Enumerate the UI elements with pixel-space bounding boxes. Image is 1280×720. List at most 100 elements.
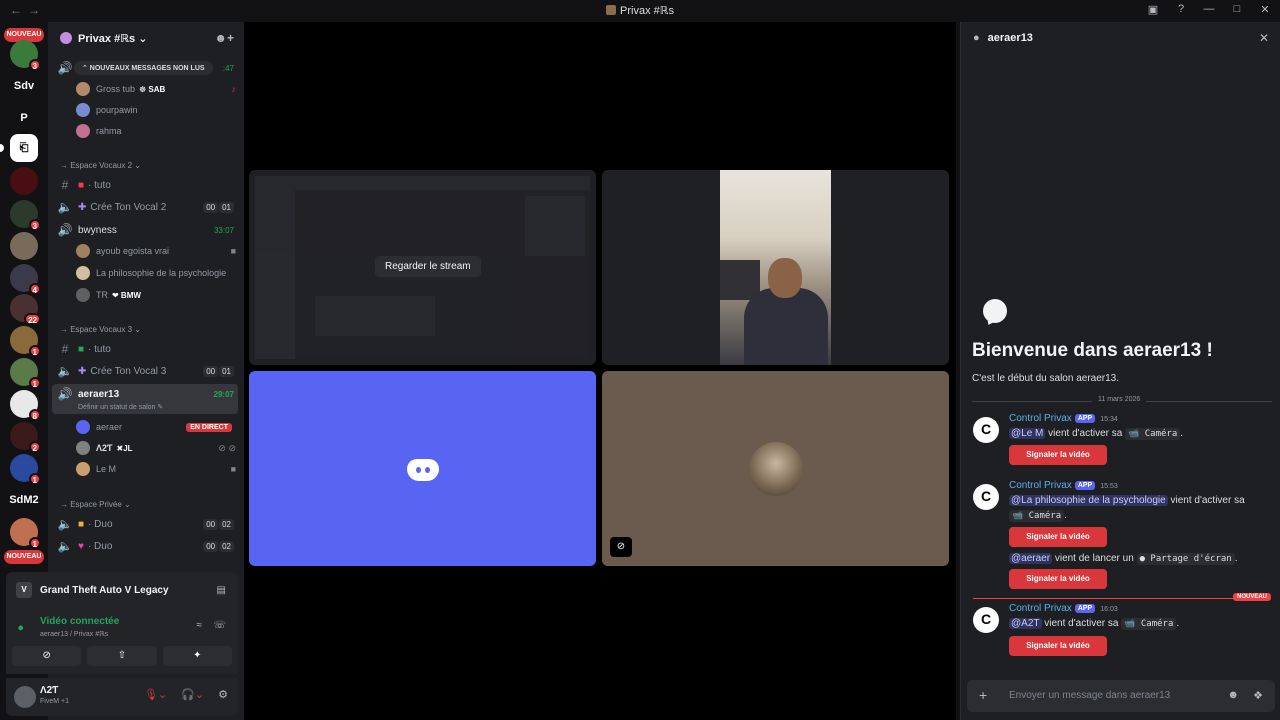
- watch-stream-button[interactable]: Regarder le stream: [375, 256, 481, 277]
- server-icon[interactable]: 1: [10, 358, 41, 389]
- new-messages-divider: NOUVEAU: [973, 593, 1271, 601]
- voice-user[interactable]: TR ❤ BMW: [76, 285, 236, 305]
- deafened-icon[interactable]: 🎧⌄: [181, 688, 204, 701]
- noise-suppression-icon[interactable]: ≈: [197, 620, 203, 631]
- voice-channel-cree-3[interactable]: 🔈 ✚ Crée Ton Vocal 3 00 01: [56, 360, 238, 382]
- maximize-button[interactable]: □: [1230, 3, 1244, 16]
- server-icon[interactable]: 1: [10, 454, 41, 485]
- help-icon[interactable]: ?: [1174, 3, 1188, 16]
- user-panel: Λ2Ƭ FiveM +1 🎙⌄ 🎧⌄ ⚙: [6, 678, 238, 716]
- hash-icon: #: [61, 178, 69, 192]
- stream-tile[interactable]: Regarder le stream: [249, 170, 596, 365]
- voice-location[interactable]: aeraer13 / Privax #ℝs: [40, 630, 108, 638]
- avatar[interactable]: [14, 686, 36, 708]
- server-sdm2[interactable]: SdM2: [4, 486, 44, 514]
- voice-user[interactable]: rahma: [76, 121, 236, 141]
- server-icon[interactable]: 22: [10, 294, 41, 325]
- voice-channel-bwyness[interactable]: 🔊 bwyness 33:07: [56, 219, 238, 241]
- welcome-subtitle: C'est le début du salon aeraer13.: [972, 373, 1120, 384]
- welcome-title: Bienvenue dans aeraer13 !: [972, 340, 1213, 361]
- chat-panel: ● aeraer13 ✕ Bienvenue dans aeraer13 ! C'e…: [960, 22, 1280, 720]
- new-messages-banner[interactable]: ⌃ NOUVEAUX MESSAGES NON LUS: [74, 61, 213, 75]
- avatar[interactable]: [973, 607, 999, 633]
- disconnect-icon[interactable]: ☏: [213, 620, 226, 631]
- inbox-icon[interactable]: ▣: [1146, 3, 1160, 16]
- avatar: [76, 124, 90, 138]
- add-user-icon[interactable]: ☻+: [214, 31, 234, 45]
- voice-connection-panel: ⦁ Vidéo connectée aeraer13 / Privax #ℝs …: [6, 608, 238, 674]
- voice-user[interactable]: La philosophie de la psychologie: [76, 263, 236, 283]
- server-p[interactable]: P: [10, 104, 38, 132]
- voice-user[interactable]: ayoub egoista vrai ■: [76, 241, 236, 261]
- emoji-icon[interactable]: ☻: [1227, 689, 1239, 701]
- discord-logo-icon: [407, 459, 439, 481]
- text-channel-tuto[interactable]: # ■ · tuto: [56, 338, 238, 360]
- deafen-icon: ♪: [231, 84, 237, 94]
- chat-bubble-icon: ●: [973, 32, 980, 44]
- chat-header: ● aeraer13 ✕: [973, 31, 1269, 45]
- report-video-button[interactable]: Signaler la vidéo: [1009, 445, 1107, 465]
- speaker-icon: 🔊: [57, 61, 73, 75]
- report-video-button[interactable]: Signaler la vidéo: [1009, 527, 1107, 547]
- server-logo-icon: [60, 32, 72, 44]
- speaker-icon: 🔊: [57, 223, 73, 237]
- date-divider: 11 mars 2026: [972, 396, 1272, 403]
- screen-share-button[interactable]: ⇧: [87, 646, 157, 666]
- avatar[interactable]: [973, 417, 999, 443]
- window-title: Privax #ℝs: [0, 4, 1280, 17]
- report-video-button[interactable]: Signaler la vidéo: [1009, 636, 1107, 656]
- signal-icon[interactable]: ⦁: [18, 622, 24, 635]
- minimize-button[interactable]: —: [1202, 3, 1216, 16]
- server-icon[interactable]: [10, 167, 38, 195]
- camera-feed: [720, 170, 831, 365]
- server-icon[interactable]: 3: [10, 40, 41, 71]
- server-sdv[interactable]: Sdv: [10, 72, 38, 100]
- user-avatar-tile[interactable]: ⊘: [602, 371, 949, 566]
- avatar: [76, 288, 90, 302]
- server-icon[interactable]: 8: [10, 390, 41, 421]
- title-bar: ←→ Privax #ℝs ▣ ? — □ ✕: [0, 0, 1280, 22]
- message-input-box[interactable]: + Envoyer un message dans aeraer13 ☻ ❖: [967, 680, 1275, 712]
- activities-button[interactable]: ✦: [162, 646, 232, 666]
- server-icon[interactable]: 1: [10, 518, 41, 549]
- category-espace-vocaux-2[interactable]: → Espace Vocaux 2 ⌄: [60, 161, 141, 170]
- new-badge[interactable]: NOUVEAU: [4, 550, 44, 564]
- voice-user[interactable]: pourpawin: [76, 100, 236, 120]
- close-button[interactable]: ✕: [1258, 3, 1272, 16]
- discord-avatar-tile[interactable]: [249, 371, 596, 566]
- server-icon: [606, 5, 617, 15]
- server-icon[interactable]: [10, 232, 38, 260]
- camera-icon: ■: [230, 246, 236, 256]
- camera-off-icon: ⊘: [610, 537, 632, 557]
- server-privax[interactable]: ⎗: [10, 134, 38, 162]
- avatar: [76, 266, 90, 280]
- camera-tile[interactable]: [602, 170, 949, 365]
- voice-user[interactable]: Gross tub ☸ SAB ♪: [76, 79, 236, 99]
- close-icon[interactable]: ✕: [1259, 31, 1269, 45]
- speaker-icon: 🔈: [57, 200, 73, 214]
- avatar[interactable]: [973, 484, 999, 510]
- chat-bubble-icon: [983, 299, 1007, 323]
- message-input[interactable]: Envoyer un message dans aeraer13: [1009, 690, 1170, 701]
- server-icon[interactable]: 3: [10, 200, 41, 231]
- voice-channel-cree-2[interactable]: 🔈 ✚ Crée Ton Vocal 2 00 01: [56, 196, 238, 218]
- apps-icon[interactable]: ❖: [1253, 689, 1263, 702]
- game-activity[interactable]: V Grand Theft Auto V Legacy ▤: [6, 572, 238, 608]
- report-video-button[interactable]: Signaler la vidéo: [1009, 569, 1107, 589]
- stream-game-icon[interactable]: ▤: [217, 585, 226, 596]
- username: Λ2Ƭ: [40, 685, 59, 696]
- server-icon[interactable]: 4: [10, 264, 41, 295]
- hash-icon: #: [61, 342, 69, 356]
- server-icon[interactable]: 1: [10, 326, 41, 357]
- camera-button[interactable]: ⊘: [12, 646, 82, 666]
- server-header[interactable]: Privax #ℝs ⌄ ☻+: [48, 22, 244, 54]
- category-espace-vocaux-3[interactable]: → Espace Vocaux 3 ⌄: [60, 325, 141, 334]
- user-status: FiveM +1: [40, 698, 69, 705]
- gear-icon[interactable]: ⚙: [218, 688, 228, 701]
- server-icon[interactable]: 2: [10, 422, 41, 453]
- plus-icon[interactable]: +: [979, 687, 987, 703]
- text-channel-tuto[interactable]: # ■ · tuto: [56, 174, 238, 196]
- speaker-icon: 🔈: [57, 364, 73, 378]
- window-controls: ▣ ? — □ ✕: [1146, 3, 1272, 16]
- mic-muted-icon[interactable]: 🎙⌄: [144, 688, 167, 701]
